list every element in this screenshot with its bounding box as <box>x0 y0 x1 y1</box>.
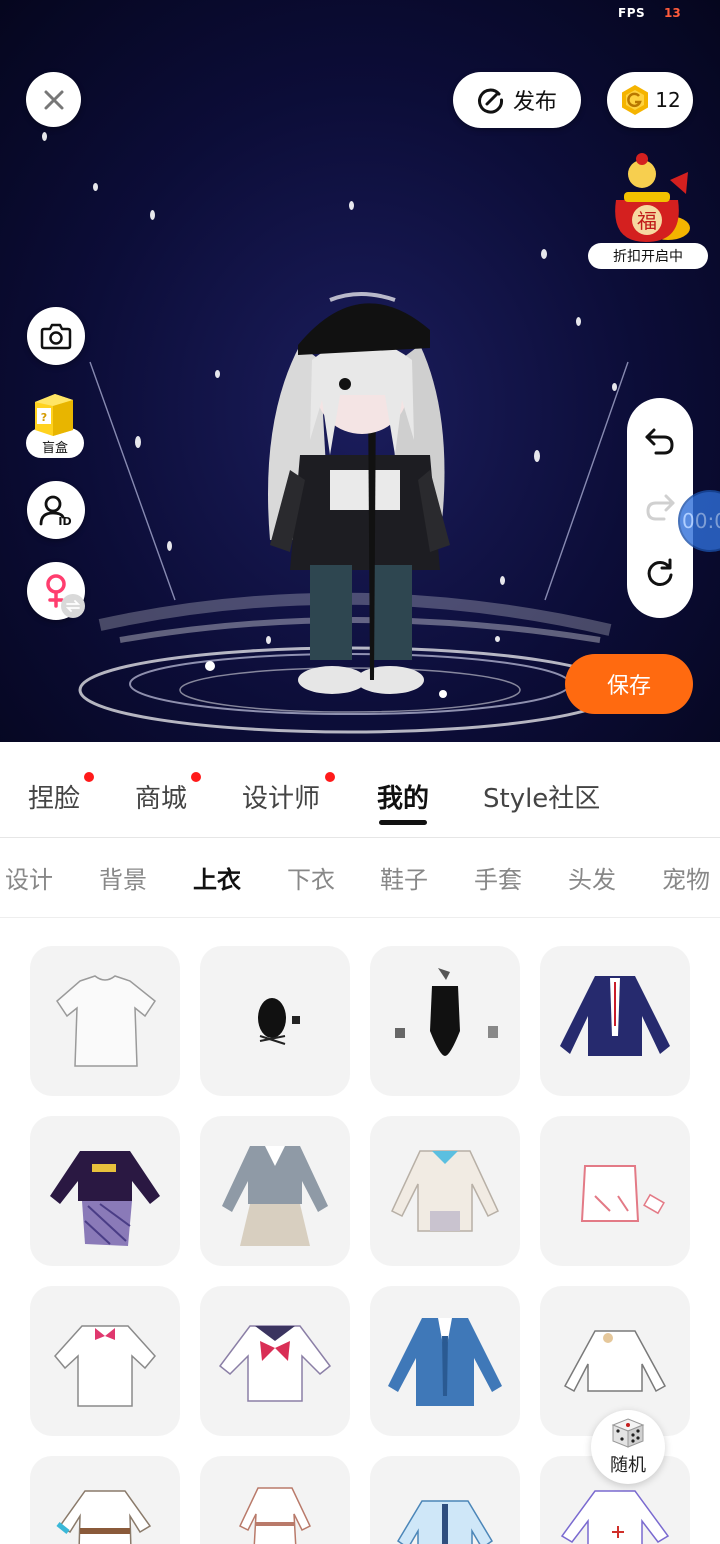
category-bottoms[interactable]: 下衣 <box>287 860 335 895</box>
category-gloves[interactable]: 手套 <box>474 860 522 895</box>
tab-shop[interactable]: 商城 <box>135 778 187 815</box>
publish-icon <box>478 88 503 114</box>
undo-icon <box>645 428 674 455</box>
item-tile[interactable] <box>370 1286 520 1436</box>
publish-button[interactable]: 发布 <box>453 72 581 128</box>
item-tile[interactable] <box>30 1116 180 1266</box>
notification-dot <box>325 772 335 782</box>
tab-face[interactable]: 捏脸 <box>28 778 80 815</box>
purple-sweater-plaid-skirt-thumbnail <box>50 1151 160 1246</box>
avatar-id-button[interactable]: ID <box>27 481 85 539</box>
close-icon <box>44 90 63 109</box>
item-tile[interactable] <box>30 1456 180 1544</box>
blindbox-mark: ? <box>41 411 47 424</box>
category-background[interactable]: 背景 <box>99 860 147 895</box>
fps-value: 13 <box>664 6 681 20</box>
svg-text:ID: ID <box>58 515 71 527</box>
category-tab-bar[interactable]: 设计 背景 上衣 下衣 鞋子 手套 头发 宠物 <box>0 838 720 918</box>
lucky-bag-glyph: 福 <box>637 209 657 233</box>
random-button[interactable]: 随机 <box>591 1410 665 1484</box>
category-hair[interactable]: 头发 <box>568 860 616 895</box>
undo-button[interactable] <box>644 426 676 460</box>
active-tab-indicator <box>379 820 427 825</box>
black-accessory-thumbnail <box>258 998 300 1045</box>
app-root: FPS 13 发布 12 福 折扣开启中 盲盒 ? ID 00: 保存 捏脸 商… <box>0 0 720 1544</box>
dice-icon <box>611 1418 645 1448</box>
blindbox-icon[interactable]: ? <box>31 390 77 438</box>
coin-count: 12 <box>655 88 681 112</box>
lucky-bag-icon: 福 <box>615 153 690 242</box>
item-tile[interactable] <box>540 946 690 1096</box>
item-tile[interactable] <box>370 1456 520 1544</box>
navy-blazer-thumbnail <box>560 976 670 1056</box>
avatar-scene[interactable]: FPS 13 发布 12 福 折扣开启中 盲盒 ? ID 00: 保存 <box>0 0 720 742</box>
blue-blazer-thumbnail <box>388 1318 502 1406</box>
white-coat-belt-thumbnail <box>56 1490 152 1544</box>
item-tile[interactable] <box>200 1286 350 1436</box>
random-label: 随机 <box>610 1455 646 1476</box>
coin-icon <box>622 85 649 115</box>
black-bodysuit-thumbnail <box>395 968 498 1056</box>
coin-balance[interactable]: 12 <box>607 72 693 128</box>
sailor-cardigan-thumbnail <box>391 1150 499 1232</box>
tab-designer[interactable]: 设计师 <box>242 778 320 815</box>
promo-label[interactable]: 折扣开启中 <box>588 243 708 269</box>
publish-label: 发布 <box>512 90 557 115</box>
reset-button[interactable] <box>645 558 675 592</box>
item-tile[interactable] <box>200 946 350 1096</box>
item-tile[interactable] <box>370 946 520 1096</box>
save-button[interactable]: 保存 <box>565 654 693 714</box>
grey-jacket-skirt-thumbnail <box>222 1146 328 1246</box>
category-pets[interactable]: 宠物 <box>662 860 710 895</box>
main-tab-bar: 捏脸 商城 设计师 我的 Style社区 <box>0 742 720 838</box>
swap-icon <box>61 594 85 618</box>
redo-button[interactable] <box>644 492 676 526</box>
white-blouse-thumbnail <box>563 1330 667 1393</box>
category-design[interactable]: 设计 <box>5 860 53 895</box>
item-tile[interactable] <box>540 1116 690 1266</box>
camera-button[interactable] <box>27 307 85 365</box>
category-shoes[interactable]: 鞋子 <box>380 860 428 895</box>
tab-style-community[interactable]: Style社区 <box>483 778 600 815</box>
notification-dot <box>191 772 201 782</box>
item-tile[interactable] <box>30 1286 180 1436</box>
redo-icon <box>646 494 675 521</box>
close-button[interactable] <box>26 72 81 127</box>
white-shirt-pink-bow-thumbnail <box>54 1325 156 1407</box>
white-tshirt-thumbnail <box>56 975 157 1067</box>
tab-mine[interactable]: 我的 <box>377 778 429 815</box>
avatar-id-icon: ID <box>39 495 72 527</box>
pink-outline-top-thumbnail <box>580 1165 665 1222</box>
item-tile[interactable] <box>200 1116 350 1266</box>
sailor-blouse-red-bow-thumbnail <box>218 1325 332 1402</box>
reset-icon <box>647 558 673 586</box>
notification-dot <box>84 772 94 782</box>
fps-label: FPS <box>618 6 646 20</box>
light-blue-shirt-tie-thumbnail <box>396 1500 494 1544</box>
camera-icon <box>40 323 72 350</box>
category-tops[interactable]: 上衣 <box>193 860 241 895</box>
white-dress-thumbnail <box>239 1487 311 1544</box>
item-tile[interactable] <box>30 946 180 1096</box>
item-tile[interactable] <box>370 1116 520 1266</box>
item-tile[interactable] <box>200 1456 350 1544</box>
